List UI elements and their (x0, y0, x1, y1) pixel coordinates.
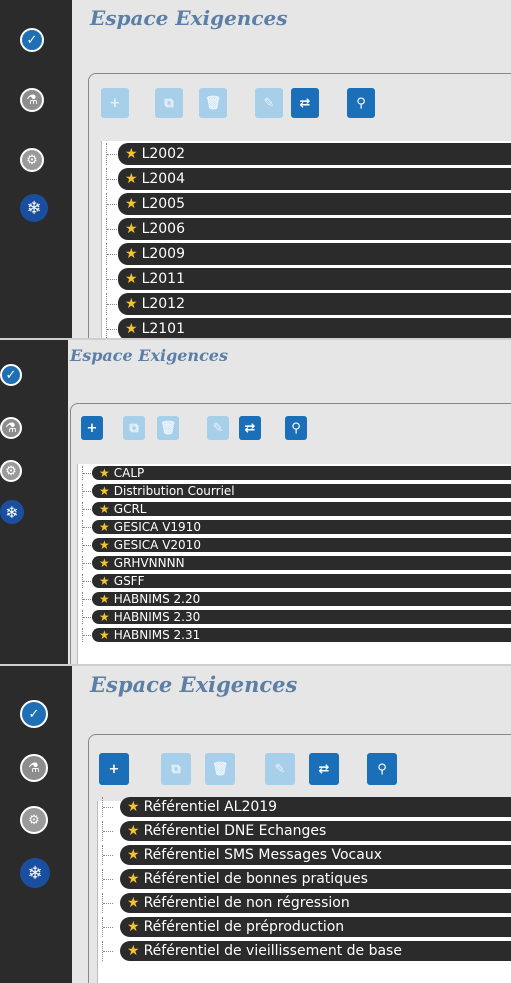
star-icon: ★ (99, 520, 110, 534)
tree-container: + ⧉ 🗑 ✎ ⇄ ⚲ ★ L2002 ★ L2004 ★ L2005 ★ L2006 … (88, 73, 511, 338)
tree-item[interactable]: ★ Référentiel de vieillissement de base (98, 939, 511, 963)
tree-item[interactable]: ★ CALP (78, 464, 511, 482)
gears-icon[interactable]: ⚙ (20, 806, 48, 834)
tree-item[interactable]: ★ L2012 (102, 291, 511, 317)
star-icon: ★ (127, 823, 140, 839)
flask-icon[interactable]: ⚗ (20, 88, 44, 112)
add-button[interactable]: + (101, 88, 129, 118)
tree-item[interactable]: ★ L2101 (102, 316, 511, 338)
star-icon: ★ (125, 296, 138, 312)
requirement-tree: ★ L2002 ★ L2004 ★ L2005 ★ L2006 ★ L2009 ★ L201… (101, 141, 511, 338)
star-icon: ★ (125, 246, 138, 262)
gears-icon[interactable]: ⚙ (20, 148, 44, 172)
screenshot-panel-3: ✓ ⚗ ⚙ ❄ Espace Exigences + ⧉ 🗑 ✎ ⇄ ⚲ ★ Ré… (0, 666, 511, 983)
tree-item[interactable]: ★ HABNIMS 2.20 (78, 590, 511, 608)
swap-button[interactable]: ⇄ (309, 753, 339, 785)
add-button[interactable]: + (81, 416, 103, 440)
tree-item[interactable]: ★ Référentiel DNE Echanges (98, 819, 511, 843)
page-title: Espace Exigences (90, 6, 288, 30)
flask-icon[interactable]: ⚗ (0, 417, 22, 439)
edit-button[interactable]: ✎ (265, 753, 295, 785)
delete-button[interactable]: 🗑 (205, 753, 235, 785)
star-icon: ★ (127, 943, 140, 959)
delete-button[interactable]: 🗑 (199, 88, 227, 118)
star-icon: ★ (99, 610, 110, 624)
star-icon: ★ (125, 321, 138, 337)
snowflake-logo-icon: ❄ (20, 858, 50, 888)
tree-item[interactable]: ★ L2004 (102, 166, 511, 192)
tree-item[interactable]: ★ GESICA V1910 (78, 518, 511, 536)
tree-container: + ⧉ 🗑 ✎ ⇄ ⚲ ★ CALP ★ Distribution Courriel… (70, 403, 511, 664)
delete-button[interactable]: 🗑 (157, 416, 179, 440)
tree-item[interactable]: ★ HABNIMS 2.30 (78, 608, 511, 626)
tree-item[interactable]: ★ Référentiel de non régression (98, 891, 511, 915)
tree-item[interactable]: ★ Référentiel de préproduction (98, 915, 511, 939)
star-icon: ★ (99, 484, 110, 498)
search-button[interactable]: ⚲ (367, 753, 397, 785)
search-button[interactable]: ⚲ (347, 88, 375, 118)
page-title: Espace Exigences (90, 672, 298, 697)
tree-item[interactable]: ★ L2006 (102, 216, 511, 242)
swap-button[interactable]: ⇄ (239, 416, 261, 440)
screenshot-panel-2: ✓ ⚗ ⚙ ❄ Espace Exigences + ⧉ 🗑 ✎ ⇄ ⚲ ★ CA… (0, 340, 511, 664)
swap-button[interactable]: ⇄ (291, 88, 319, 118)
star-icon: ★ (127, 847, 140, 863)
sidebar: ✓ ⚗ ⚙ ❄ (0, 0, 72, 338)
tree-item[interactable]: ★ GSFF (78, 572, 511, 590)
star-icon: ★ (125, 221, 138, 237)
flask-icon[interactable]: ⚗ (20, 754, 48, 782)
star-icon: ★ (99, 574, 110, 588)
add-button[interactable]: + (99, 753, 129, 785)
star-icon: ★ (125, 196, 138, 212)
tree-item[interactable]: ★ Distribution Courriel (78, 482, 511, 500)
star-icon: ★ (99, 502, 110, 516)
snowflake-logo-icon: ❄ (20, 194, 48, 222)
star-icon: ★ (125, 271, 138, 287)
star-icon: ★ (99, 556, 110, 570)
edit-button[interactable]: ✎ (207, 416, 229, 440)
copy-button[interactable]: ⧉ (161, 753, 191, 785)
screenshot-panel-1: ✓ ⚗ ⚙ ❄ Espace Exigences + ⧉ 🗑 ✎ ⇄ ⚲ ★ L2… (0, 0, 511, 338)
star-icon: ★ (99, 466, 110, 480)
sidebar: ✓ ⚗ ⚙ ❄ (0, 340, 68, 664)
copy-button[interactable]: ⧉ (123, 416, 145, 440)
search-button[interactable]: ⚲ (285, 416, 307, 440)
star-icon: ★ (99, 592, 110, 606)
requirement-tree: ★ CALP ★ Distribution Courriel ★ GCRL ★ GESI… (77, 464, 511, 664)
tree-item[interactable]: ★ GESICA V2010 (78, 536, 511, 554)
check-icon[interactable]: ✓ (20, 700, 48, 728)
tree-item[interactable]: ★ HABNIMS 2.31 (78, 626, 511, 644)
tree-container: + ⧉ 🗑 ✎ ⇄ ⚲ ★ Référentiel AL2019 ★ Référen… (88, 734, 511, 983)
page-title: Espace Exigences (70, 346, 228, 365)
star-icon: ★ (127, 895, 140, 911)
copy-button[interactable]: ⧉ (155, 88, 183, 118)
tree-item[interactable]: ★ L2005 (102, 191, 511, 217)
tree-item[interactable]: ★ GRHVNNNN (78, 554, 511, 572)
star-icon: ★ (99, 628, 110, 642)
star-icon: ★ (127, 871, 140, 887)
tree-item[interactable]: ★ Référentiel SMS Messages Vocaux (98, 843, 511, 867)
tree-item[interactable]: ★ Référentiel de bonnes pratiques (98, 867, 511, 891)
star-icon: ★ (125, 171, 138, 187)
tree-item[interactable]: ★ L2002 (102, 141, 511, 167)
edit-button[interactable]: ✎ (255, 88, 283, 118)
star-icon: ★ (99, 538, 110, 552)
tree-item[interactable]: ★ L2009 (102, 241, 511, 267)
requirement-tree: ★ Référentiel AL2019 ★ Référentiel DNE Ech… (97, 797, 511, 983)
star-icon: ★ (125, 146, 138, 162)
check-icon[interactable]: ✓ (20, 28, 44, 52)
tree-item[interactable]: ★ L2011 (102, 266, 511, 292)
snowflake-logo-icon: ❄ (0, 500, 24, 524)
gears-icon[interactable]: ⚙ (0, 460, 22, 482)
tree-item[interactable]: ★ GCRL (78, 500, 511, 518)
tree-item[interactable]: ★ Référentiel AL2019 (98, 795, 511, 819)
check-icon[interactable]: ✓ (0, 364, 22, 386)
star-icon: ★ (127, 799, 140, 815)
sidebar: ✓ ⚗ ⚙ ❄ (0, 666, 72, 983)
star-icon: ★ (127, 919, 140, 935)
